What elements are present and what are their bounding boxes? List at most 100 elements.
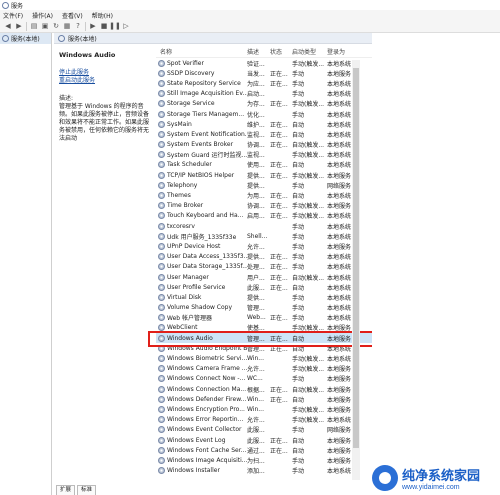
- service-description-cell: 使用...: [247, 162, 265, 170]
- table-row[interactable]: User Manager 用户... 正在... 自动(触发... 本地系统: [156, 272, 372, 282]
- table-row[interactable]: txcoresrv 手动 本地系统: [156, 221, 372, 231]
- table-row[interactable]: TCP/IP NetBIOS Helper 提供... 正在... 手动(触发... 本…: [156, 170, 372, 180]
- menu-file[interactable]: 文件(F): [3, 11, 23, 20]
- stop-icon[interactable]: ■: [100, 22, 108, 30]
- table-row[interactable]: Windows Error Reportin... 允许... 手动(触发... 本地…: [156, 415, 372, 425]
- table-row[interactable]: Virtual Disk 提供... 手动 本地系统: [156, 292, 372, 302]
- service-gear-icon: [158, 69, 165, 77]
- tab-standard[interactable]: 标准: [77, 485, 97, 495]
- service-description-cell: 为扫...: [247, 457, 265, 465]
- table-row[interactable]: SysMain 维护... 正在... 自动 本地系统: [156, 119, 372, 129]
- table-row[interactable]: Touch Keyboard and Ha... 启用... 正在... 手动(触发.…: [156, 211, 372, 221]
- table-row[interactable]: Time Broker 协调... 正在... 手动(触发... 本地服务: [156, 201, 372, 211]
- vertical-scrollbar[interactable]: [352, 60, 360, 480]
- forward-icon[interactable]: ▶: [15, 22, 23, 30]
- service-name-cell: Storage Tiers Managem...: [156, 110, 247, 118]
- menu-action[interactable]: 操作(A): [32, 11, 53, 20]
- table-row[interactable]: SSDP Discovery 当发... 正在... 手动 本地服务: [156, 68, 372, 78]
- service-status-cell: 正在...: [270, 274, 288, 282]
- service-startup-type-cell: 自动: [292, 437, 305, 445]
- menu-help[interactable]: 帮助(H): [92, 11, 113, 20]
- restart-service-link[interactable]: 重启动此服务: [59, 77, 149, 85]
- service-description-cell: 使基...: [247, 325, 265, 333]
- table-row[interactable]: Windows Connect Now -... WC... 手动 本地服务: [156, 374, 372, 384]
- table-row[interactable]: Storage Tiers Managem... 优化... 手动 本地系统: [156, 109, 372, 119]
- table-row[interactable]: Themes 为用... 正在... 自动 本地系统: [156, 190, 372, 200]
- table-row[interactable]: Windows Event Log 此服... 正在... 自动 本地服务: [156, 435, 372, 445]
- menu-view[interactable]: 查看(V): [62, 11, 83, 20]
- table-row[interactable]: Windows Font Cache Ser... 通过... 正在... 自动 本地服…: [156, 445, 372, 455]
- play-icon[interactable]: ▶: [89, 22, 97, 30]
- service-startup-type-cell: 手动(触发...: [292, 172, 325, 180]
- service-startup-type-cell: 手动(触发...: [292, 325, 325, 333]
- table-row[interactable]: Windows Camera Frame ... 允许... 手动(触发... 本地服…: [156, 364, 372, 374]
- column-header-description[interactable]: 描述: [247, 47, 270, 56]
- table-row[interactable]: User Data Access_1335f3... 提供... 正在... 手动 本地…: [156, 252, 372, 262]
- column-header-status[interactable]: 状态: [270, 47, 292, 56]
- table-row[interactable]: System Guard 运行时监视... 监视... 手动(触发... 本地系统: [156, 150, 372, 160]
- service-logon-cell: 本地服务: [327, 406, 352, 414]
- service-gear-icon: [158, 100, 165, 108]
- service-description-cell: 为存...: [247, 101, 265, 109]
- column-header-startup-type[interactable]: 启动类型: [292, 47, 327, 56]
- table-row[interactable]: Windows Image Acquisiti... 为扫... 手动 本地服务: [156, 455, 372, 465]
- table-row[interactable]: Windows Event Collector 此服... 手动 网络服务: [156, 425, 372, 435]
- service-description-cell: 提供...: [247, 294, 265, 302]
- table-row[interactable]: Telephony 提供... 手动 网络服务: [156, 180, 372, 190]
- table-row[interactable]: Windows Audio Endpoint B... 管理... 正在... 自动 本…: [156, 343, 372, 353]
- scrollbar-thumb[interactable]: [353, 68, 359, 448]
- tree-item-services-local[interactable]: 服务(本地): [0, 33, 51, 44]
- back-icon[interactable]: ◀: [4, 22, 12, 30]
- table-row[interactable]: System Events Broker 协调... 正在... 自动(触发... 本地…: [156, 140, 372, 150]
- service-startup-type-cell: 手动: [292, 376, 305, 384]
- table-row[interactable]: Storage Service 为存... 正在... 手动(触发... 本地系统: [156, 99, 372, 109]
- pause-icon[interactable]: ❚❚: [109, 22, 121, 30]
- service-name-text: Touch Keyboard and Ha...: [167, 212, 244, 220]
- column-header-log-on-as[interactable]: 登录为: [327, 47, 367, 56]
- properties-icon[interactable]: ▣: [41, 22, 49, 30]
- table-row[interactable]: Windows Encryption Pro... Win... 手动(触发... 本…: [156, 404, 372, 414]
- table-row[interactable]: Windows Installer 添加... 手动 本地系统: [156, 466, 372, 476]
- service-startup-type-cell: 手动: [292, 305, 305, 313]
- help-icon[interactable]: ?: [74, 22, 82, 30]
- table-row[interactable]: Windows Defender Firew... Win... 正在... 自动 本地…: [156, 394, 372, 404]
- table-row[interactable]: Task Scheduler 使用... 正在... 自动 本地系统: [156, 160, 372, 170]
- export-icon[interactable]: ▦: [63, 22, 71, 30]
- service-name-text: Windows Connect Now -...: [167, 375, 246, 383]
- service-name-cell: System Events Broker: [156, 141, 247, 149]
- table-row[interactable]: Still Image Acquisition Ev... 启动... 手动 本地系统: [156, 89, 372, 99]
- service-logon-cell: 本地系统: [327, 193, 352, 201]
- table-row[interactable]: User Data Storage_1335f... 处理... 正在... 手动 本地…: [156, 262, 372, 272]
- table-row[interactable]: Web 帐户管理器 Web... 正在... 手动 本地系统: [156, 313, 372, 323]
- service-logon-cell: 本地系统: [327, 101, 352, 109]
- service-logon-cell: 本地系统: [327, 264, 352, 272]
- service-name-cell: txcoresrv: [156, 222, 247, 230]
- table-row[interactable]: User Profile Service 此服... 正在... 自动 本地系统: [156, 282, 372, 292]
- service-description-cell: 允许...: [247, 417, 265, 425]
- service-logon-cell: 本地系统: [327, 91, 352, 99]
- list-icon[interactable]: ▤: [30, 22, 38, 30]
- tab-extended[interactable]: 扩展: [56, 485, 76, 495]
- watermark-text: 纯净系统家园 www.yidaimei.com: [402, 465, 480, 491]
- table-row[interactable]: Volume Shadow Copy 管理... 手动 本地系统: [156, 303, 372, 313]
- table-row[interactable]: Spot Verifier 验证... 手动(触发... 本地系统: [156, 58, 372, 68]
- table-row[interactable]: WebClient 使基... 手动(触发... 本地服务: [156, 323, 372, 333]
- service-status-cell: 正在...: [270, 131, 288, 139]
- table-row[interactable]: Udk 用户服务_1335f33e Shell... 手动 本地系统: [156, 231, 372, 241]
- table-row[interactable]: Windows Biometric Servi... Win... 手动(触发...…: [156, 353, 372, 363]
- service-name-text: Time Broker: [167, 202, 204, 210]
- stop-service-link[interactable]: 停止此服务: [59, 69, 149, 77]
- restart-icon[interactable]: ▷: [122, 22, 130, 30]
- table-row[interactable]: Windows Connection Ma... 根据... 正在... 自动(触发.…: [156, 384, 372, 394]
- service-logon-cell: 本地系统: [327, 142, 352, 150]
- table-row[interactable]: Windows Audio 管理... 正在... 自动 本地服务: [156, 333, 372, 344]
- column-header-name[interactable]: 名称: [156, 47, 247, 56]
- table-row[interactable]: UPnP Device Host 允许... 手动 本地服务: [156, 241, 372, 251]
- refresh-icon[interactable]: ↻: [52, 22, 60, 30]
- service-description-cell: Win...: [247, 355, 264, 363]
- table-row[interactable]: State Repository Service 为应... 正在... 手动 本地系统: [156, 78, 372, 88]
- service-logon-cell: 本地系统: [327, 213, 352, 221]
- services-gear-icon: [2, 35, 9, 42]
- service-name-cell: User Profile Service: [156, 283, 247, 291]
- table-row[interactable]: System Event Notification... 监视... 正在... 自动…: [156, 129, 372, 139]
